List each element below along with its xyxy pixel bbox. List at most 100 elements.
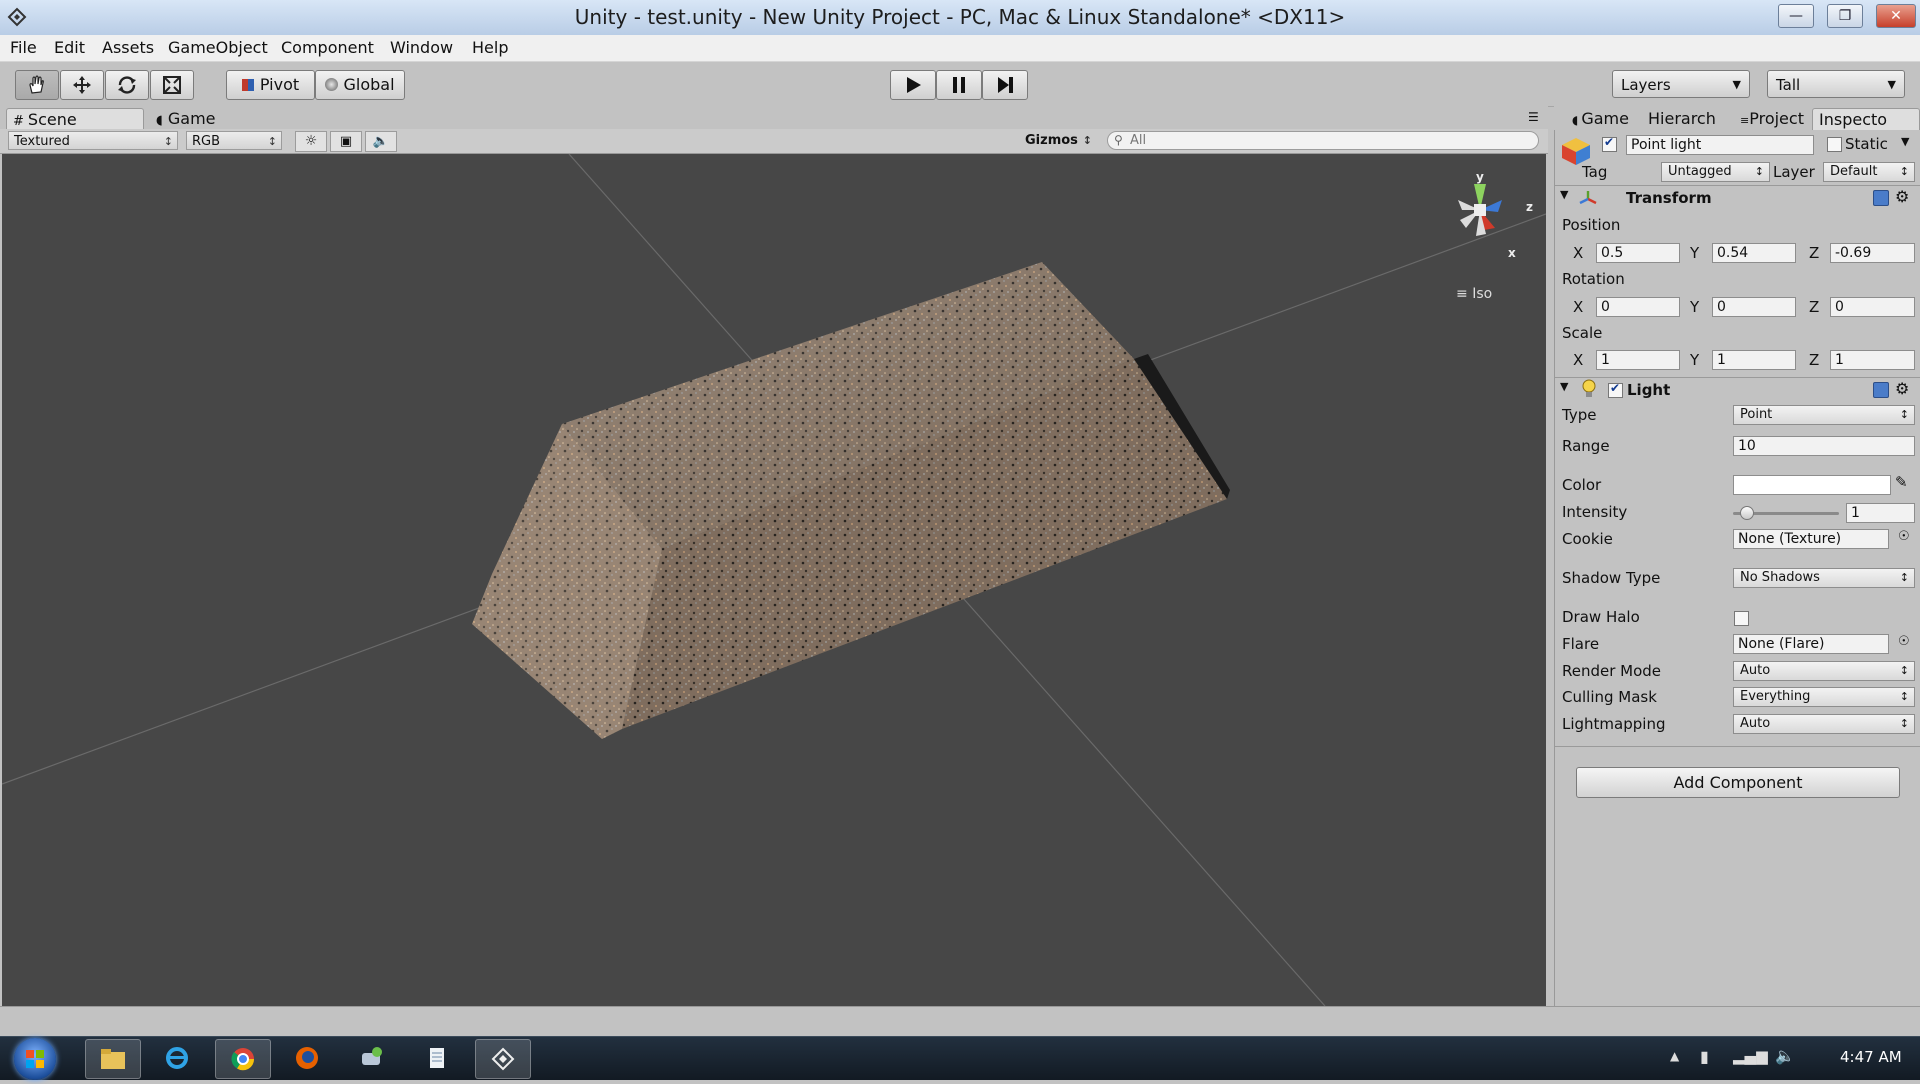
menu-gameobject[interactable]: GameObject [168,38,268,57]
intensity-field[interactable]: 1 [1846,503,1915,523]
rotation-y-field[interactable]: 0 [1712,297,1796,317]
render-mode-dropdown[interactable]: Auto [1733,661,1915,681]
eyedropper-icon[interactable]: ✎ [1895,473,1908,491]
layers-dropdown[interactable]: Layers ▼ [1612,70,1750,98]
menu-help[interactable]: Help [472,38,508,57]
object-name-field[interactable]: Point light [1626,135,1814,155]
collapse-arrow-icon[interactable]: ▼ [1560,380,1568,393]
help-book-icon[interactable] [1873,190,1889,206]
menu-component[interactable]: Component [281,38,374,57]
list-icon: ≡ [1740,114,1750,127]
scale-z-field[interactable]: 1 [1830,350,1915,370]
color-swatch[interactable] [1733,475,1891,495]
global-toggle[interactable]: Global [315,70,405,100]
close-button[interactable]: ✕ [1876,4,1916,28]
taskbar-unity[interactable] [475,1039,531,1079]
gizmos-dropdown[interactable]: Gizmos [1020,131,1096,150]
position-y-field[interactable]: 0.54 [1712,243,1796,263]
culling-mask-dropdown[interactable]: Everything [1733,687,1915,707]
move-tool-button[interactable] [60,70,104,100]
taskbar-internet-explorer[interactable] [150,1039,204,1077]
color-mode-dropdown[interactable]: RGB [186,131,282,151]
add-component-button[interactable]: Add Component [1576,767,1900,798]
scene-fx-toggle[interactable]: ▣ [330,131,362,152]
minimize-button[interactable]: — [1778,4,1814,28]
rotation-label: Rotation [1562,270,1625,288]
step-button[interactable] [982,70,1028,100]
intensity-slider-track[interactable] [1733,506,1839,520]
rotation-z-field[interactable]: 0 [1830,297,1915,317]
lightmapping-dropdown[interactable]: Auto [1733,714,1915,734]
taskbar-file-explorer[interactable] [85,1039,141,1079]
clock[interactable]: 4:47 AM [1840,1048,1902,1066]
object-picker-icon[interactable]: ☉ [1898,634,1910,649]
static-dropdown-arrow-icon[interactable]: ▼ [1901,135,1909,148]
menu-assets[interactable]: Assets [102,38,154,57]
intensity-slider-thumb[interactable] [1740,506,1755,520]
taskbar-chrome[interactable] [215,1039,271,1079]
rotate-tool-button[interactable] [105,70,149,100]
collapse-arrow-icon[interactable]: ▼ [1560,188,1568,201]
projection-toggle[interactable]: ≡ Iso [1456,286,1492,302]
draw-halo-checkbox[interactable] [1734,611,1749,626]
play-button[interactable] [890,70,936,100]
menu-window[interactable]: Window [390,38,453,57]
step-icon [998,77,1013,93]
help-book-icon[interactable] [1873,382,1889,398]
position-z-field[interactable]: -0.69 [1830,243,1915,263]
taskbar-app[interactable] [345,1039,399,1077]
light-type-dropdown[interactable]: Point [1733,405,1915,425]
show-hidden-icons-icon[interactable]: ▲ [1670,1049,1679,1063]
tab-inspector[interactable]: Inspecto [1812,108,1920,130]
scale-y-field[interactable]: 1 [1712,350,1796,370]
pause-button[interactable] [936,70,982,100]
gear-icon[interactable]: ⚙ [1895,379,1909,398]
hand-tool-button[interactable] [15,70,59,100]
flare-field[interactable]: None (Flare) [1733,634,1889,654]
network-signal-icon[interactable]: ▂▄▆ [1733,1047,1768,1065]
scene-search-input[interactable]: ⚲ All [1107,131,1539,150]
object-active-checkbox[interactable] [1602,135,1617,152]
cookie-field[interactable]: None (Texture) [1733,529,1889,549]
start-button[interactable] [14,1038,56,1080]
render-mode-dropdown[interactable]: Textured [8,131,178,151]
scene-viewport[interactable]: y z x ≡ Iso [2,154,1546,1006]
main-toolbar: Pivot Global Layers ▼ Tall ▼ [0,62,1920,107]
light-enabled-checkbox[interactable] [1608,381,1623,398]
menu-lines-icon: ≡ [1456,286,1468,302]
position-x-field[interactable]: 0.5 [1596,243,1680,263]
scene-audio-toggle[interactable]: 🔈 [365,131,397,152]
panel-menu-icon[interactable]: ☰ [1528,110,1539,124]
shadow-type-dropdown[interactable]: No Shadows [1733,568,1915,588]
scale-tool-button[interactable] [150,70,194,100]
tab-hierarchy[interactable]: Hierarch [1642,108,1716,129]
maximize-button[interactable]: ❐ [1827,4,1863,28]
axis-z-label: Z [1809,298,1820,316]
scale-x-field[interactable]: 1 [1596,350,1680,370]
taskbar-firefox[interactable] [280,1039,334,1077]
tab-game[interactable]: ◖ Game [150,108,266,129]
menu-file[interactable]: File [10,38,37,57]
axis-x-label: X [1573,351,1584,369]
gear-icon[interactable]: ⚙ [1895,187,1909,206]
menu-edit[interactable]: Edit [54,38,85,57]
taskbar-document[interactable] [410,1039,464,1077]
shadow-type-label: Shadow Type [1562,569,1661,587]
volume-icon[interactable]: 🔈 [1775,1046,1795,1065]
tab-game-small[interactable]: ◖ Game [1566,108,1629,129]
object-picker-icon[interactable]: ☉ [1898,529,1910,544]
tab-scene[interactable]: # Scene [6,108,144,130]
tag-dropdown[interactable]: Untagged [1661,162,1770,182]
pivot-toggle[interactable]: Pivot [226,70,315,100]
static-checkbox[interactable] [1827,137,1842,152]
rotation-x-field[interactable]: 0 [1596,297,1680,317]
power-icon[interactable]: ▮ [1700,1047,1709,1066]
tab-project[interactable]: ≡Project [1734,108,1804,129]
layout-dropdown[interactable]: Tall ▼ [1767,70,1905,98]
granite-bar-mesh [472,262,1230,739]
grid-icon: # [13,114,24,129]
layer-dropdown[interactable]: Default [1823,162,1915,182]
scene-lighting-toggle[interactable]: ☼ [295,131,327,152]
range-field[interactable]: 10 [1733,436,1915,456]
static-label: Static [1845,135,1888,153]
